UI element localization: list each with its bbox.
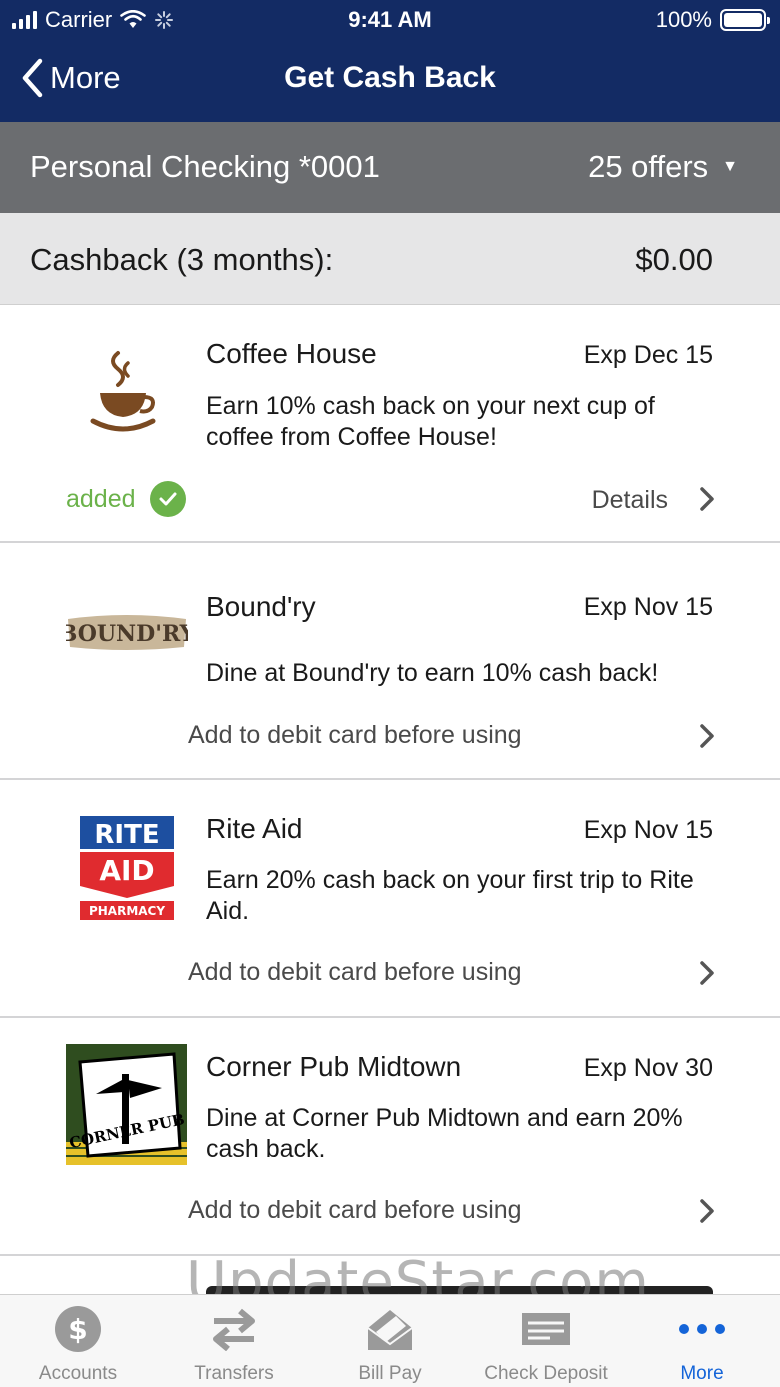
status-bar: Carrier 9:41 AM 100% bbox=[0, 0, 780, 40]
tab-label: Accounts bbox=[38, 1363, 118, 1384]
offer-item-boundry[interactable]: BOUND'RY Bound'ry Exp Nov 15 Dine at Bou… bbox=[0, 543, 780, 780]
offers-count: 25 offers bbox=[588, 149, 709, 184]
rite-aid-logo-rite: RITE bbox=[94, 820, 159, 850]
merchant-name: Coffee House bbox=[206, 338, 377, 369]
offer-description: Dine at Bound'ry to earn 10% cash back! bbox=[206, 659, 659, 687]
account-selector[interactable]: Personal Checking *0001 25 offers ▼ bbox=[0, 122, 780, 213]
boundry-logo-text: BOUND'RY bbox=[66, 621, 188, 647]
offer-expiration: Exp Dec 15 bbox=[583, 341, 713, 369]
added-status: added bbox=[66, 481, 186, 517]
add-to-card-prompt: Add to debit card before using bbox=[188, 721, 522, 749]
boundry-logo: BOUND'RY bbox=[66, 615, 188, 650]
check-deposit-icon bbox=[518, 1307, 574, 1351]
cashback-summary: Cashback (3 months): $0.00 bbox=[0, 213, 780, 305]
tab-bar: $ Accounts Transfers Bill Pay Check Depo… bbox=[0, 1294, 780, 1387]
page-title: Get Cash Back bbox=[284, 61, 496, 94]
corner-pub-logo: CORNER PUB bbox=[66, 1044, 187, 1165]
battery-icon bbox=[720, 9, 770, 31]
coffee-cup-icon bbox=[90, 351, 156, 432]
offer-item-coffee-house[interactable]: Coffee House Exp Dec 15 Earn 10% cash ba… bbox=[0, 305, 780, 543]
tab-label: Bill Pay bbox=[358, 1363, 422, 1384]
cashback-amount: $0.00 bbox=[635, 242, 713, 277]
more-dots-icon bbox=[674, 1307, 730, 1351]
chevron-right-icon[interactable] bbox=[698, 486, 716, 512]
offer-description: Earn 20% cash back on your first trip to… bbox=[206, 866, 694, 925]
transfer-arrows-icon bbox=[206, 1307, 262, 1351]
status-right: 100% bbox=[655, 7, 770, 33]
tab-transfers[interactable]: Transfers bbox=[156, 1295, 312, 1387]
add-to-card-prompt: Add to debit card before using bbox=[188, 958, 522, 986]
offer-expiration: Exp Nov 30 bbox=[583, 1054, 713, 1082]
battery-percent: 100% bbox=[655, 7, 712, 32]
cashback-label: Cashback (3 months): bbox=[30, 242, 334, 277]
rite-aid-logo-aid: AID bbox=[99, 854, 154, 887]
offers-dropdown[interactable]: 25 offers ▼ bbox=[588, 149, 738, 185]
offer-description: Earn 10% cash back on your next cup of c… bbox=[206, 392, 655, 451]
tab-check-deposit[interactable]: Check Deposit bbox=[468, 1295, 624, 1387]
rite-aid-logo: RITE AID PHARMACY bbox=[80, 816, 174, 920]
merchant-name: Rite Aid bbox=[206, 813, 303, 844]
bill-pay-icon bbox=[362, 1307, 418, 1351]
rite-aid-logo-pharmacy: PHARMACY bbox=[89, 904, 165, 918]
offer-item-rite-aid[interactable]: RITE AID PHARMACY Rite Aid Exp Nov 15 Ea… bbox=[0, 780, 780, 1018]
offer-item-corner-pub-midtown[interactable]: CORNER PUB Corner Pub Midtown Exp Nov 30… bbox=[0, 1018, 780, 1256]
tab-more[interactable]: More bbox=[624, 1295, 780, 1387]
svg-text:$: $ bbox=[68, 1313, 87, 1346]
added-label: added bbox=[66, 484, 136, 513]
merchant-name: Corner Pub Midtown bbox=[206, 1051, 462, 1082]
chevron-right-icon[interactable] bbox=[698, 723, 716, 749]
offer-description: Dine at Corner Pub Midtown and earn 20% … bbox=[206, 1104, 683, 1163]
offer-expiration: Exp Nov 15 bbox=[583, 593, 713, 621]
caret-down-icon: ▼ bbox=[722, 158, 738, 175]
account-name: Personal Checking *0001 bbox=[30, 149, 380, 184]
merchant-name: Bound'ry bbox=[206, 591, 316, 622]
details-link[interactable]: Details bbox=[592, 486, 668, 515]
chevron-right-icon[interactable] bbox=[698, 1198, 716, 1224]
tab-label: More bbox=[680, 1363, 724, 1384]
offer-expiration: Exp Nov 15 bbox=[583, 816, 713, 844]
tab-accounts[interactable]: $ Accounts bbox=[0, 1295, 156, 1387]
tab-bill-pay[interactable]: Bill Pay bbox=[312, 1295, 468, 1387]
dollar-circle-icon: $ bbox=[50, 1306, 106, 1352]
chevron-right-icon[interactable] bbox=[698, 960, 716, 986]
checkmark-icon bbox=[149, 481, 186, 517]
tab-label: Transfers bbox=[194, 1363, 274, 1384]
add-to-card-prompt: Add to debit card before using bbox=[188, 1196, 522, 1224]
tab-label: Check Deposit bbox=[484, 1363, 608, 1384]
navigation-bar: More Get Cash Back bbox=[0, 40, 780, 122]
